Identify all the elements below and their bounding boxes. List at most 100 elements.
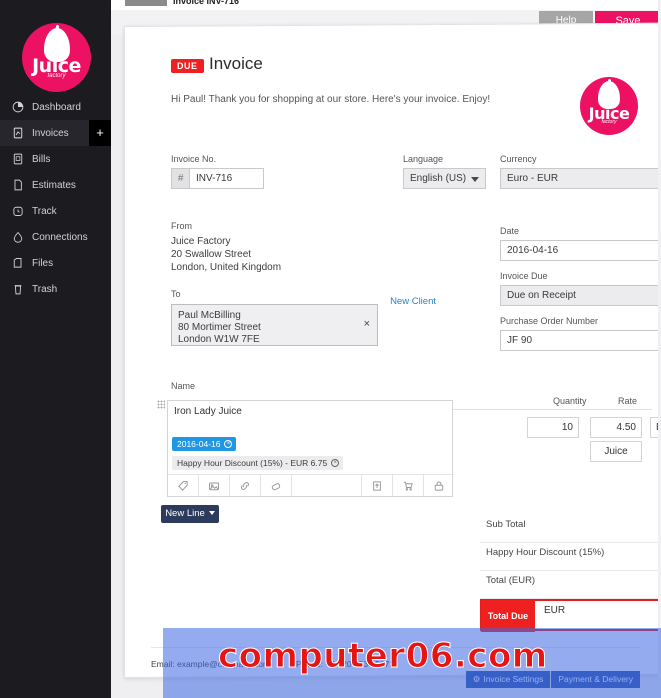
remove-tag-icon[interactable]: × bbox=[331, 458, 340, 467]
language-select[interactable]: English (US) bbox=[403, 167, 486, 189]
category-input[interactable]: Juice bbox=[590, 440, 642, 462]
main-canvas: Invoice INV-716 Help Save DUE Invoice Hi… bbox=[111, 0, 661, 698]
new-line-label: New Line bbox=[165, 507, 205, 519]
remove-tag-icon[interactable]: × bbox=[224, 439, 233, 448]
link-icon[interactable] bbox=[230, 474, 261, 496]
discount-tag-label: Happy Hour Discount (15%) - EUR 6.75 bbox=[177, 457, 328, 468]
sidebar-item-label: Trash bbox=[32, 283, 58, 295]
gear-icon: ⚙ bbox=[472, 673, 481, 684]
line-item-date-tag[interactable]: 2016-04-16 × bbox=[172, 436, 237, 451]
chevron-down-icon bbox=[208, 511, 215, 516]
trash-icon bbox=[11, 283, 24, 296]
sidebar-item-label: Files bbox=[32, 257, 54, 269]
rate-input[interactable]: 4.50 bbox=[590, 416, 642, 438]
invoice-sheet: DUE Invoice Hi Paul! Thank you for shopp… bbox=[124, 22, 661, 688]
sidebar-item-label: Invoices bbox=[32, 127, 69, 139]
tag-icon[interactable] bbox=[168, 474, 199, 496]
image-icon[interactable] bbox=[199, 474, 230, 496]
sidebar-item-connections[interactable]: Connections bbox=[0, 224, 111, 250]
close-icon[interactable]: × bbox=[364, 318, 370, 330]
greeting-text: Hi Paul! Thank you for shopping at our s… bbox=[171, 93, 491, 105]
sidebar-item-invoices[interactable]: Invoices + bbox=[0, 120, 111, 146]
to-label: To bbox=[171, 288, 181, 299]
to-address: Paul McBilling 80 Mortimer Street London… bbox=[178, 309, 261, 345]
line-item-discount-tag[interactable]: Happy Hour Discount (15%) - EUR 6.75 × bbox=[172, 455, 344, 470]
invoice-due-value: Due on Receipt bbox=[507, 289, 576, 301]
sidebar-item-label: Bills bbox=[32, 153, 51, 165]
document-icon bbox=[11, 179, 24, 192]
line-item-row[interactable]: Iron Lady Juice 2016-04-16 × Happy Hour … bbox=[167, 399, 454, 497]
footer-email: Email: example@company.com bbox=[151, 658, 271, 669]
chevron-down-icon bbox=[471, 176, 479, 182]
add-invoice-button[interactable]: + bbox=[89, 120, 111, 146]
from-label: From bbox=[171, 220, 192, 231]
sidebar-item-dashboard[interactable]: Dashboard bbox=[0, 94, 111, 120]
breadcrumb-back-button[interactable] bbox=[125, 0, 167, 7]
invoice-due-label: Invoice Due bbox=[500, 270, 548, 281]
date-label: Date bbox=[500, 225, 520, 236]
total-row-discount: Happy Hour Discount (15%) -6.75 bbox=[480, 544, 661, 571]
sidebar-item-label: Dashboard bbox=[32, 101, 81, 113]
sidebar-item-label: Connections bbox=[32, 231, 88, 243]
breadcrumb[interactable]: Invoice INV-716 bbox=[125, 0, 240, 7]
payment-delivery-label: Payment & Delivery bbox=[558, 673, 633, 684]
column-header-quantity: Quantity bbox=[553, 395, 587, 406]
footer-contact: Email: example@company.com Phone: +44 20 … bbox=[151, 659, 394, 669]
new-line-button[interactable]: New Line bbox=[161, 504, 219, 523]
sidebar-item-trash[interactable]: Trash bbox=[0, 276, 111, 302]
invoice-no-label: Invoice No. bbox=[171, 153, 217, 164]
from-address: Juice Factory 20 Swallow Street London, … bbox=[171, 235, 282, 273]
logo-subtext: factory bbox=[47, 73, 66, 79]
footer-divider bbox=[151, 646, 641, 648]
lock-icon[interactable] bbox=[423, 474, 454, 496]
sidebar-item-label: Track bbox=[32, 205, 57, 217]
logo-subtext: factory bbox=[601, 118, 617, 125]
sidebar-item-estimates[interactable]: Estimates bbox=[0, 172, 111, 198]
date-input[interactable]: 2016-04-16 bbox=[500, 239, 661, 261]
total-row-total: Total (EUR) 38.25 bbox=[480, 572, 661, 599]
sidebar-nav: Dashboard Invoices + Bills Estimates Tra… bbox=[0, 94, 111, 302]
new-client-link[interactable]: New Client bbox=[390, 296, 436, 307]
to-client-box[interactable]: Paul McBilling 80 Mortimer Street London… bbox=[171, 303, 378, 346]
folder-icon bbox=[11, 257, 24, 270]
invoice-no-prefix: # bbox=[171, 167, 189, 189]
total-label: Happy Hour Discount (15%) bbox=[486, 546, 605, 558]
invoice-settings-button[interactable]: ⚙ Invoice Settings bbox=[465, 670, 551, 688]
connection-icon bbox=[11, 231, 24, 244]
footer-buttons: ⚙ Invoice Settings Payment & Delivery bbox=[465, 670, 640, 688]
language-value: English (US) bbox=[410, 172, 467, 184]
eraser-icon[interactable] bbox=[261, 474, 292, 496]
breadcrumb-strip: Invoice INV-716 bbox=[111, 0, 661, 10]
drag-handle-icon[interactable] bbox=[157, 399, 165, 409]
total-label: Sub Total bbox=[486, 518, 526, 530]
language-label: Language bbox=[403, 153, 444, 164]
currency-value: Euro - EUR bbox=[507, 172, 559, 184]
total-due-currency: EUR bbox=[544, 604, 566, 616]
payment-delivery-button[interactable]: Payment & Delivery bbox=[551, 670, 640, 688]
invoice-due-select[interactable]: Due on Receipt bbox=[500, 284, 661, 306]
sidebar: Juice factory Dashboard Invoices + Bills… bbox=[0, 0, 111, 698]
breadcrumb-label: Invoice INV-716 bbox=[173, 0, 240, 6]
date-tag-label: 2016-04-16 bbox=[177, 438, 221, 449]
upload-icon[interactable] bbox=[361, 474, 392, 496]
column-header-rate: Rate bbox=[618, 395, 638, 406]
line-item-name[interactable]: Iron Lady Juice bbox=[174, 406, 242, 417]
total-due-badge: Total Due bbox=[481, 599, 535, 632]
sidebar-item-track[interactable]: Track bbox=[0, 198, 111, 224]
currency-label: Currency bbox=[500, 153, 537, 164]
total-row-subtotal: Sub Total 45.00 bbox=[480, 516, 661, 543]
total-due-box: Total Due EUR 38.25 bbox=[480, 598, 661, 632]
sidebar-item-bills[interactable]: Bills bbox=[0, 146, 111, 172]
currency-select[interactable]: Euro - EUR bbox=[500, 167, 661, 189]
sidebar-item-label: Estimates bbox=[32, 179, 76, 191]
clock-icon bbox=[11, 205, 24, 218]
invoice-no-input[interactable]: INV-716 bbox=[189, 167, 264, 189]
purchase-order-input[interactable]: JF 90 bbox=[500, 329, 661, 351]
purchase-order-label: Purchase Order Number bbox=[500, 315, 599, 326]
page-title: Invoice bbox=[209, 53, 263, 73]
cart-icon[interactable] bbox=[392, 474, 423, 496]
total-label: Total (EUR) bbox=[486, 574, 536, 586]
quantity-input[interactable]: 10 bbox=[527, 416, 579, 438]
sidebar-item-files[interactable]: Files bbox=[0, 250, 111, 276]
